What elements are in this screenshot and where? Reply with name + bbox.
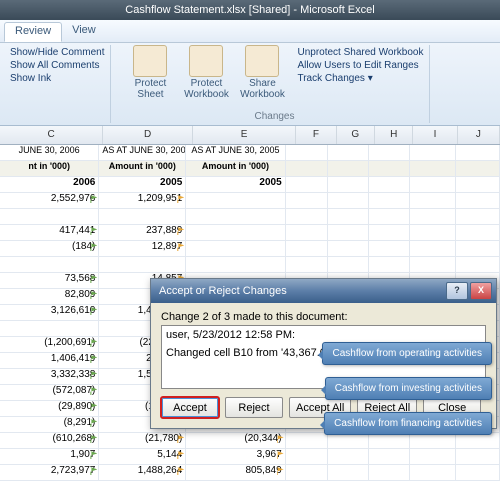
tab-review[interactable]: Review xyxy=(4,22,62,42)
table-row: (610,268)(21,780)(20,344) xyxy=(0,433,500,449)
track-changes-button[interactable]: Track Changes ▾ xyxy=(297,73,423,84)
change-flag-icon xyxy=(177,467,184,475)
table-row: 417,441237,889 xyxy=(0,225,500,241)
change-flag-icon xyxy=(90,467,97,475)
change-flag-icon xyxy=(90,195,97,203)
col-header-j[interactable]: J xyxy=(458,126,500,144)
change-flag-icon xyxy=(90,243,97,251)
change-flag-icon xyxy=(90,451,97,459)
show-hide-comment-button[interactable]: Show/Hide Comment xyxy=(10,47,104,58)
ribbon: Show/Hide Comment Show All Comments Show… xyxy=(0,43,500,126)
allow-edit-ranges-button[interactable]: Allow Users to Edit Ranges xyxy=(297,60,423,71)
col-header-d[interactable]: D xyxy=(103,126,193,144)
change-flag-icon xyxy=(90,419,97,427)
callout-operating: Cashflow from operating activities xyxy=(322,342,492,365)
protect-sheet-icon xyxy=(133,45,167,77)
change-flag-icon xyxy=(90,387,97,395)
ribbon-group-label: Changes xyxy=(125,110,423,123)
callout-financing: Cashflow from financing activities xyxy=(324,412,492,435)
reject-button[interactable]: Reject xyxy=(225,397,283,418)
protect-workbook-icon xyxy=(189,45,223,77)
change-flag-icon xyxy=(90,227,97,235)
window-titlebar: Cashflow Statement.xlsx [Shared] - Micro… xyxy=(0,0,500,20)
change-flag-icon xyxy=(277,435,284,443)
protect-sheet-button[interactable]: Protect Sheet xyxy=(125,45,175,100)
change-flag-icon xyxy=(177,451,184,459)
change-flag-icon xyxy=(277,451,284,459)
change-flag-icon xyxy=(90,307,97,315)
change-flag-icon xyxy=(90,291,97,299)
share-workbook-button[interactable]: Share Workbook xyxy=(237,45,287,100)
dialog-help-button[interactable]: ? xyxy=(446,282,468,300)
header-row-2: nt in '000) Amount in '000) Amount in '0… xyxy=(0,161,500,177)
header-row-1: JUNE 30, 2006 AS AT JUNE 30, 2005 AS AT … xyxy=(0,145,500,161)
dialog-change-author: user, 5/23/2012 12:58 PM: xyxy=(166,329,481,341)
accept-button[interactable]: Accept xyxy=(161,397,219,418)
change-flag-icon xyxy=(177,435,184,443)
table-row: 2,723,9771,488,264805,849 xyxy=(0,465,500,481)
col-header-e[interactable]: E xyxy=(193,126,296,144)
show-ink-button[interactable]: Show Ink xyxy=(10,73,104,84)
dialog-title: Accept or Reject Changes xyxy=(159,285,287,297)
col-header-i[interactable]: I xyxy=(413,126,457,144)
tab-view[interactable]: View xyxy=(62,20,106,42)
ribbon-group-comments: Show/Hide Comment Show All Comments Show… xyxy=(4,45,111,123)
callout-investing: Cashflow from investing activities xyxy=(325,377,492,400)
table-row xyxy=(0,209,500,225)
change-flag-icon xyxy=(177,227,184,235)
change-flag-icon xyxy=(177,195,184,203)
window-title: Cashflow Statement.xlsx [Shared] - Micro… xyxy=(125,4,374,16)
column-headers: C D E F G H I J xyxy=(0,126,500,145)
unprotect-shared-workbook-button[interactable]: Unprotect Shared Workbook xyxy=(297,47,423,58)
col-header-g[interactable]: G xyxy=(337,126,375,144)
table-row: (184)12,897 xyxy=(0,241,500,257)
change-flag-icon xyxy=(90,275,97,283)
change-flag-icon xyxy=(90,355,97,363)
change-flag-icon xyxy=(90,403,97,411)
change-flag-icon xyxy=(277,467,284,475)
table-row: 2,552,9761,209,951 xyxy=(0,193,500,209)
ribbon-group-changes: Protect Sheet Protect Workbook Share Wor… xyxy=(119,45,430,123)
dialog-change-counter: Change 2 of 3 made to this document: xyxy=(161,311,486,323)
col-header-h[interactable]: H xyxy=(375,126,413,144)
change-flag-icon xyxy=(90,339,97,347)
dialog-titlebar[interactable]: Accept or Reject Changes ? X xyxy=(151,279,496,303)
change-flag-icon xyxy=(90,435,97,443)
ribbon-tabs: Review View xyxy=(0,20,500,43)
worksheet-area: C D E F G H I J JUNE 30, 2006 AS AT JUNE… xyxy=(0,126,500,500)
col-header-c[interactable]: C xyxy=(0,126,103,144)
change-flag-icon xyxy=(177,243,184,251)
change-flag-icon xyxy=(90,371,97,379)
protect-workbook-button[interactable]: Protect Workbook xyxy=(181,45,231,100)
dialog-close-button[interactable]: X xyxy=(470,282,492,300)
show-all-comments-button[interactable]: Show All Comments xyxy=(10,60,104,71)
table-row xyxy=(0,257,500,273)
share-workbook-icon xyxy=(245,45,279,77)
col-header-f[interactable]: F xyxy=(296,126,336,144)
year-row: 2006 2005 2005 xyxy=(0,177,500,193)
table-row: 1,9075,1443,967 xyxy=(0,449,500,465)
